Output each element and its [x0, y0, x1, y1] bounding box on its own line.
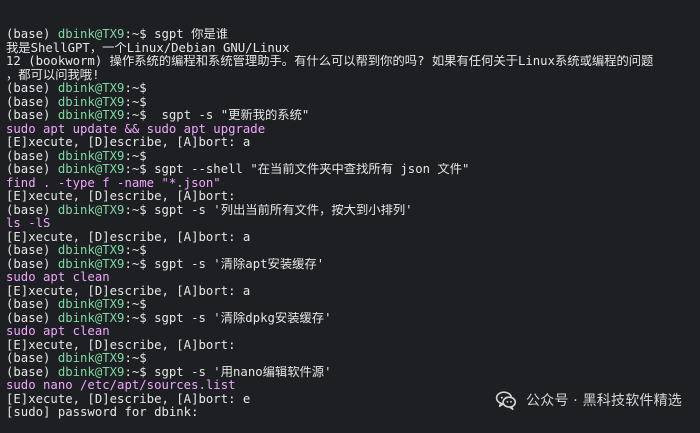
command-output: sudo apt clean: [6, 325, 110, 338]
terminal-text: (base): [6, 244, 58, 257]
terminal-text: [sudo] password for dbink:: [6, 406, 199, 419]
terminal-line[interactable]: ls -lS: [6, 217, 700, 231]
terminal-text: (base): [6, 365, 58, 379]
prompt-user-host: dbink@TX9: [57, 311, 125, 325]
terminal-text: (base): [6, 149, 58, 163]
terminal-text: (base): [6, 257, 58, 271]
terminal-line[interactable]: 12 (bookworm) 操作系统的编程和系统管理助手。有什么可以帮到你的吗?…: [6, 55, 700, 69]
terminal-text: :~$: [124, 149, 147, 163]
terminal-line[interactable]: ，都可以问我哦!: [6, 69, 700, 83]
prompt-user-host: dbink@TX9: [57, 244, 125, 257]
watermark-text: 公众号 · 黑科技软件精选: [526, 393, 682, 409]
terminal-line[interactable]: (base) dbink@TX9:~$ sgpt 你是谁: [6, 28, 700, 42]
terminal-window[interactable]: (base) dbink@TX9:~$ sgpt 你是谁 我是ShellGPT，一…: [0, 0, 700, 426]
terminal-line[interactable]: (base) dbink@TX9:~$ sgpt -s '用nano编辑软件源': [6, 366, 700, 380]
terminal-text: :~$ sgpt -s '清除dpkg安装缓存': [124, 311, 332, 325]
command-output: ls -lS: [6, 217, 51, 230]
terminal-text: :~$: [124, 244, 147, 257]
terminal-line[interactable]: (base) dbink@TX9:~$: [6, 82, 700, 96]
terminal-text: (base): [6, 28, 58, 41]
terminal-line[interactable]: sudo apt update && sudo apt upgrade: [6, 123, 700, 137]
terminal-text: (base): [6, 109, 58, 122]
prompt-user-host: dbink@TX9: [57, 28, 125, 41]
terminal-text: (base): [6, 352, 58, 365]
terminal-text: [E]xecute, [D]escribe, [A]bort:: [6, 190, 236, 203]
prompt-user-host: dbink@TX9: [57, 298, 125, 311]
terminal-text: [E]xecute, [D]escribe, [A]bort: a: [6, 230, 251, 244]
terminal-text: [E]xecute, [D]escribe, [A]bort: a: [6, 284, 251, 298]
terminal-text: :~$: [124, 298, 147, 311]
terminal-text: :~$ sgpt -s '清除apt安装缓存': [124, 257, 325, 271]
terminal-line[interactable]: 我是ShellGPT，一个Linux/Debian GNU/Linux: [6, 42, 700, 56]
terminal-line[interactable]: [E]xecute, [D]escribe, [A]bort:: [6, 339, 700, 353]
terminal-line[interactable]: [E]xecute, [D]escribe, [A]bort:: [6, 190, 700, 204]
terminal-text: 我是ShellGPT，一个Linux/Debian GNU/Linux: [6, 41, 290, 55]
terminal-line[interactable]: (base) dbink@TX9:~$ sgpt -s "更新我的系统": [6, 109, 700, 123]
terminal-line[interactable]: (base) dbink@TX9:~$: [6, 96, 700, 110]
terminal-text: :~$ sgpt 你是谁: [124, 28, 228, 41]
terminal-line[interactable]: [E]xecute, [D]escribe, [A]bort: a: [6, 285, 700, 299]
prompt-user-host: dbink@TX9: [57, 82, 125, 95]
terminal-text: :~$: [124, 352, 147, 365]
terminal-line[interactable]: sudo apt clean: [6, 325, 700, 339]
terminal-line[interactable]: (base) dbink@TX9:~$: [6, 352, 700, 366]
terminal-text: (base): [6, 163, 58, 176]
terminal-text: (base): [6, 311, 58, 325]
terminal-line[interactable]: [E]xecute, [D]escribe, [A]bort: a: [6, 136, 700, 150]
prompt-user-host: dbink@TX9: [57, 149, 125, 163]
terminal-text: :~$ sgpt --shell "在当前文件夹中查找所有 json 文件": [124, 163, 470, 176]
terminal-line[interactable]: sudo apt clean: [6, 271, 700, 285]
command-output: sudo apt clean: [6, 271, 110, 284]
terminal-text: (base): [6, 203, 58, 217]
terminal-text: :~$ sgpt -s '列出当前所有文件，按大到小排列': [124, 203, 413, 217]
terminal-line[interactable]: [E]xecute, [D]escribe, [A]bort: a: [6, 231, 700, 245]
command-output: find . -type f -name "*.json": [6, 176, 221, 190]
terminal-line[interactable]: (base) dbink@TX9:~$ sgpt -s '清除dpkg安装缓存': [6, 312, 700, 326]
terminal-line[interactable]: (base) dbink@TX9:~$: [6, 298, 700, 312]
terminal-text: (base): [6, 95, 58, 109]
prompt-user-host: dbink@TX9: [57, 163, 125, 176]
wechat-icon: [495, 391, 517, 410]
terminal-line[interactable]: (base) dbink@TX9:~$ sgpt -s '清除apt安装缓存': [6, 258, 700, 272]
prompt-user-host: dbink@TX9: [57, 109, 125, 122]
terminal-text: [E]xecute, [D]escribe, [A]bort: e: [6, 392, 251, 406]
terminal-text: ，都可以问我哦!: [6, 68, 100, 82]
terminal-text: [E]xecute, [D]escribe, [A]bort: a: [6, 136, 251, 149]
prompt-user-host: dbink@TX9: [57, 203, 125, 217]
command-output: sudo nano /etc/apt/sources.list: [6, 379, 236, 392]
terminal-text: [E]xecute, [D]escribe, [A]bort:: [6, 338, 236, 352]
terminal-text: :~$: [124, 82, 147, 95]
terminal-line[interactable]: (base) dbink@TX9:~$: [6, 244, 700, 258]
terminal-line[interactable]: (base) dbink@TX9:~$ sgpt -s '列出当前所有文件，按大…: [6, 204, 700, 218]
prompt-user-host: dbink@TX9: [57, 365, 125, 379]
prompt-user-host: dbink@TX9: [57, 95, 125, 109]
terminal-line[interactable]: find . -type f -name "*.json": [6, 177, 700, 191]
command-output: sudo apt update && sudo apt upgrade: [6, 122, 266, 136]
terminal-text: (base): [6, 82, 58, 95]
terminal-text: :~$ sgpt -s "更新我的系统": [124, 109, 310, 122]
terminal-line[interactable]: (base) dbink@TX9:~$ sgpt --shell "在当前文件夹…: [6, 163, 700, 177]
prompt-user-host: dbink@TX9: [57, 352, 125, 365]
prompt-user-host: dbink@TX9: [57, 257, 125, 271]
watermark: 公众号 · 黑科技软件精选: [494, 388, 682, 412]
terminal-text: :~$ sgpt -s '用nano编辑软件源': [124, 365, 332, 379]
terminal-output[interactable]: (base) dbink@TX9:~$ sgpt 你是谁 我是ShellGPT，一…: [6, 28, 700, 420]
terminal-text: 12 (bookworm) 操作系统的编程和系统管理助手。有什么可以帮到你的吗?…: [6, 55, 654, 68]
terminal-text: :~$: [124, 95, 147, 109]
terminal-line[interactable]: (base) dbink@TX9:~$: [6, 150, 700, 164]
terminal-text: (base): [6, 298, 58, 311]
